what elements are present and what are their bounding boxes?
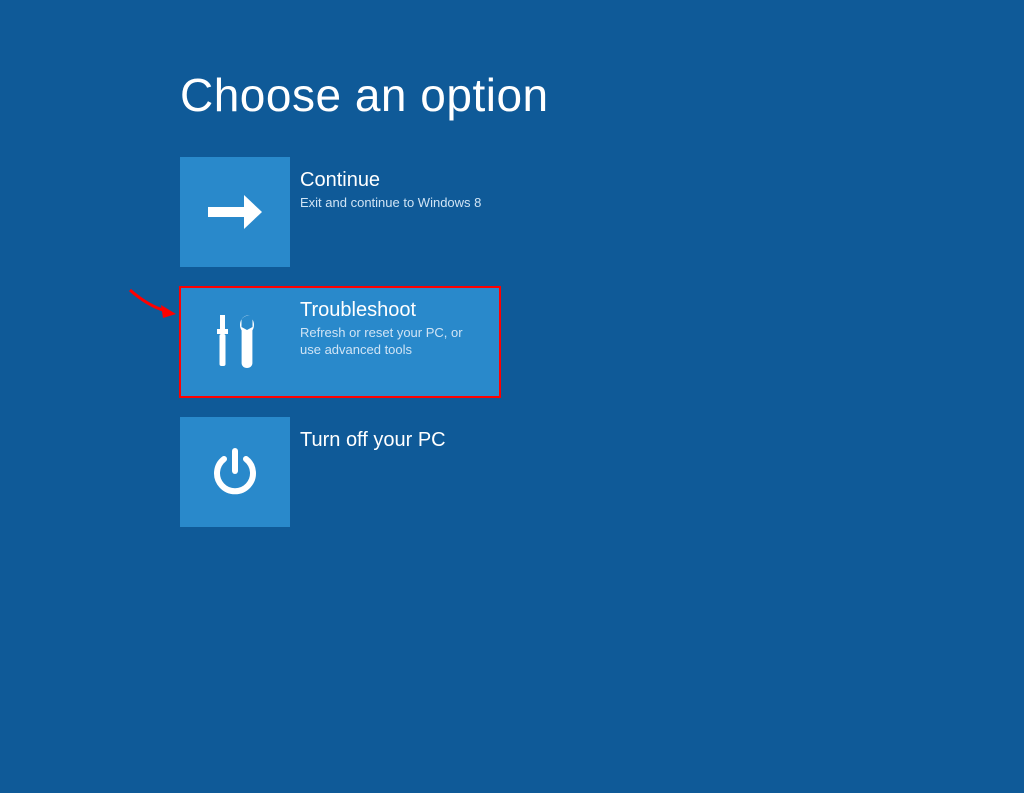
continue-title: Continue [300,169,481,192]
turn-off-tile[interactable]: Turn off your PC [180,417,500,527]
troubleshoot-tile[interactable]: Troubleshoot Refresh or reset your PC, o… [180,287,500,397]
power-icon [180,417,290,527]
troubleshoot-title: Troubleshoot [300,299,480,322]
continue-text: Continue Exit and continue to Windows 8 [290,157,493,267]
page-title: Choose an option [180,68,1024,122]
turn-off-text: Turn off your PC [290,417,458,527]
continue-description: Exit and continue to Windows 8 [300,195,481,212]
annotation-arrow-icon [128,286,178,316]
troubleshoot-description: Refresh or reset your PC, or use advance… [300,325,480,359]
continue-tile[interactable]: Continue Exit and continue to Windows 8 [180,157,500,267]
arrow-right-icon [180,157,290,267]
recovery-options-screen: Choose an option Continue Exit and conti… [0,0,1024,527]
options-list: Continue Exit and continue to Windows 8 [180,157,1024,527]
tools-icon [180,287,290,397]
turn-off-title: Turn off your PC [300,429,446,452]
troubleshoot-text: Troubleshoot Refresh or reset your PC, o… [290,287,500,397]
